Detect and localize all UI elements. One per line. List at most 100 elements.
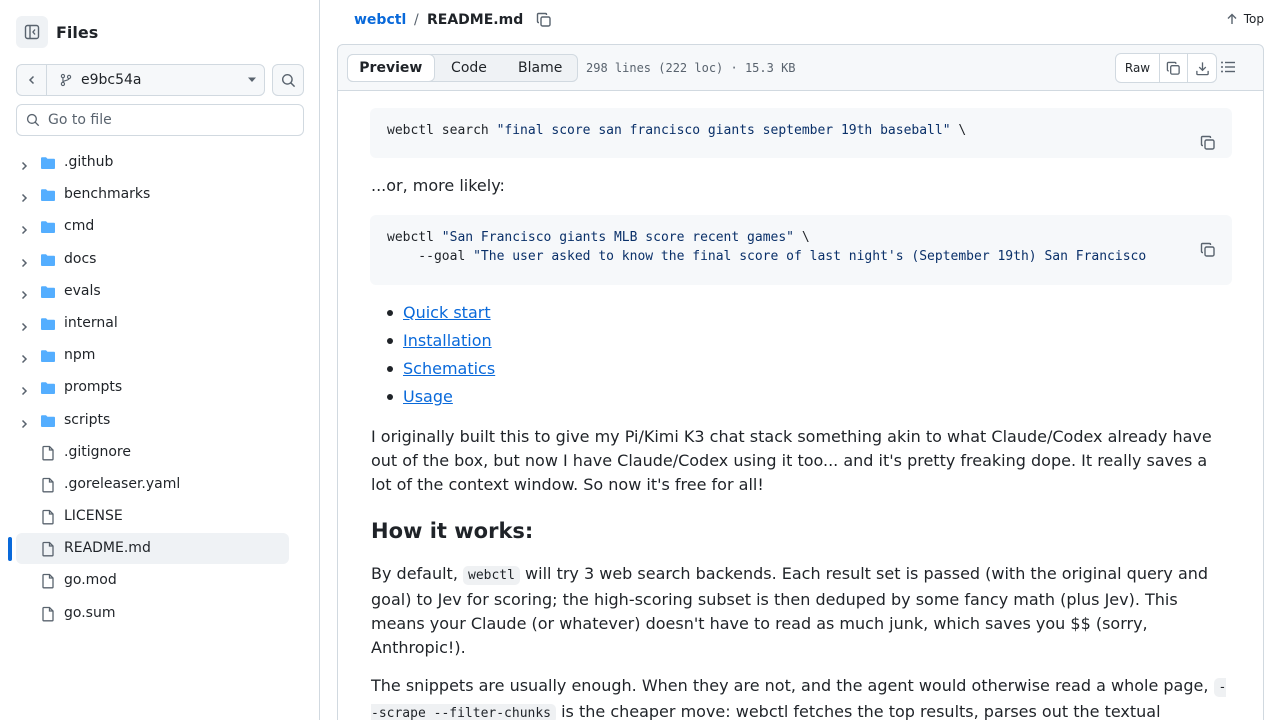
branch-name: e9bc54a <box>81 72 142 88</box>
tree-item-label: .github <box>64 154 114 170</box>
folder-icon <box>40 348 56 368</box>
tab-code[interactable]: Code <box>435 55 504 81</box>
copy-icon <box>1200 135 1215 150</box>
tree-file[interactable]: LICENSE <box>0 501 320 533</box>
search-icon <box>26 113 40 127</box>
tree-folder[interactable]: npm <box>0 340 320 372</box>
file-icon <box>40 509 56 529</box>
tree-file[interactable]: .goreleaser.yaml <box>0 469 320 501</box>
copy-icon <box>1200 242 1215 257</box>
folder-icon <box>40 316 56 336</box>
file-actions: Raw <box>1115 53 1217 83</box>
arrow-up-icon <box>1227 13 1237 24</box>
branch-selector[interactable]: e9bc54a <box>16 64 265 96</box>
copy-path-button[interactable] <box>536 12 552 32</box>
file-icon <box>40 606 56 626</box>
back-button[interactable] <box>17 65 47 95</box>
file-header: webctl / README.md Top <box>337 0 1264 44</box>
tree-folder[interactable]: scripts <box>0 405 320 437</box>
tree-folder[interactable]: prompts <box>0 372 320 404</box>
file-icon <box>40 477 56 497</box>
tree-item-label: LICENSE <box>64 508 123 525</box>
folder-icon <box>40 380 56 400</box>
chevron-right-icon[interactable] <box>18 221 30 240</box>
raw-button[interactable]: Raw <box>1116 54 1160 82</box>
chevron-right-icon[interactable] <box>18 415 30 434</box>
tree-folder[interactable]: benchmarks <box>0 179 320 211</box>
link-usage[interactable]: Usage <box>403 387 453 406</box>
branch-row: e9bc54a <box>16 64 304 96</box>
folder-icon <box>40 155 56 175</box>
code-block: webctl "San Francisco giants MLB score r… <box>370 215 1232 285</box>
file-tree: .github benchmarks cmd docs evals internal npm… <box>0 147 320 630</box>
chevron-right-icon[interactable] <box>18 350 30 369</box>
tree-item-label: scripts <box>64 411 111 428</box>
readme-content: webctl search "final score san francisco… <box>337 91 1264 720</box>
tree-item-label: go.mod <box>64 572 117 589</box>
top-button[interactable]: Top <box>1226 12 1264 26</box>
tree-item-label: .goreleaser.yaml <box>64 475 181 492</box>
main-content: webctl / README.md Top Preview Code Blam… <box>337 0 1264 720</box>
tree-file[interactable]: go.sum <box>0 598 320 630</box>
outline-button[interactable] <box>1220 59 1236 79</box>
chevron-right-icon[interactable] <box>18 157 30 176</box>
tab-blame[interactable]: Blame <box>503 55 577 81</box>
tree-folder[interactable]: cmd <box>0 211 320 243</box>
chevron-right-icon[interactable] <box>18 382 30 401</box>
copy-raw-button[interactable] <box>1160 54 1188 82</box>
search-icon <box>281 73 295 87</box>
sidebar-collapse-button[interactable] <box>16 16 48 48</box>
tree-folder[interactable]: internal <box>0 308 320 340</box>
file-icon <box>40 573 56 593</box>
paragraph: By default, webctl will try 3 web search… <box>371 564 1209 657</box>
sidebar-header: Files <box>16 16 98 48</box>
folder-icon <box>40 187 56 207</box>
code-line: webctl search "final score san francisco… <box>387 123 967 138</box>
search-button[interactable] <box>272 64 304 96</box>
tree-file[interactable]: README.md <box>0 533 320 565</box>
download-icon <box>1195 61 1209 75</box>
copy-code-button[interactable] <box>1137 120 1216 158</box>
breadcrumb-separator: / <box>414 12 419 28</box>
tree-item-label: .gitignore <box>64 443 131 460</box>
link-installation[interactable]: Installation <box>403 331 492 350</box>
copy-code-button[interactable] <box>1137 227 1216 277</box>
tree-item-label: internal <box>64 314 118 331</box>
sidebar-title: Files <box>56 22 99 42</box>
tree-file[interactable]: .gitignore <box>0 437 320 469</box>
chevron-right-icon[interactable] <box>18 189 30 208</box>
file-toolbar: Preview Code Blame 298 lines (222 loc) ·… <box>337 44 1264 91</box>
git-branch-icon <box>60 73 72 87</box>
chevron-right-icon[interactable] <box>18 318 30 337</box>
tree-item-label: evals <box>64 282 101 299</box>
breadcrumb-file: README.md <box>427 12 524 28</box>
tree-folder[interactable]: evals <box>0 276 320 308</box>
tree-item-label: docs <box>64 250 97 267</box>
chevron-right-icon[interactable] <box>18 254 30 273</box>
breadcrumb-repo-link[interactable]: webctl <box>354 12 406 28</box>
paragraph: I originally built this to give my Pi/Ki… <box>371 427 1212 494</box>
tree-item-label: go.sum <box>64 604 116 621</box>
top-label: Top <box>1243 12 1264 26</box>
code-block: webctl search "final score san francisco… <box>370 108 1232 158</box>
inline-code: webctl <box>463 566 520 585</box>
download-button[interactable] <box>1188 54 1216 82</box>
go-to-file-box[interactable] <box>16 104 304 136</box>
tree-folder[interactable]: docs <box>0 244 320 276</box>
file-icon <box>40 541 56 561</box>
go-to-file-input[interactable] <box>48 112 288 128</box>
code-line: webctl "San Francisco giants MLB score r… <box>387 230 810 245</box>
tab-preview[interactable]: Preview <box>347 54 435 82</box>
link-schematics[interactable]: Schematics <box>403 359 495 378</box>
chevron-left-icon <box>28 75 34 85</box>
link-quick-start[interactable]: Quick start <box>403 303 491 322</box>
file-sidebar: Files e9bc54a Go to file .github benchma… <box>0 0 320 720</box>
toc-list: Quick start Installation Schematics Usag… <box>378 299 495 411</box>
tree-item-label: cmd <box>64 218 95 235</box>
tree-folder[interactable]: .github <box>0 147 320 179</box>
tree-file[interactable]: go.mod <box>0 565 320 597</box>
paragraph: ...or, more likely: <box>371 176 505 195</box>
chevron-right-icon[interactable] <box>18 286 30 305</box>
code-line: --goal "The user asked to know the final… <box>387 249 1147 264</box>
branch-dropdown[interactable]: e9bc54a <box>47 65 264 95</box>
